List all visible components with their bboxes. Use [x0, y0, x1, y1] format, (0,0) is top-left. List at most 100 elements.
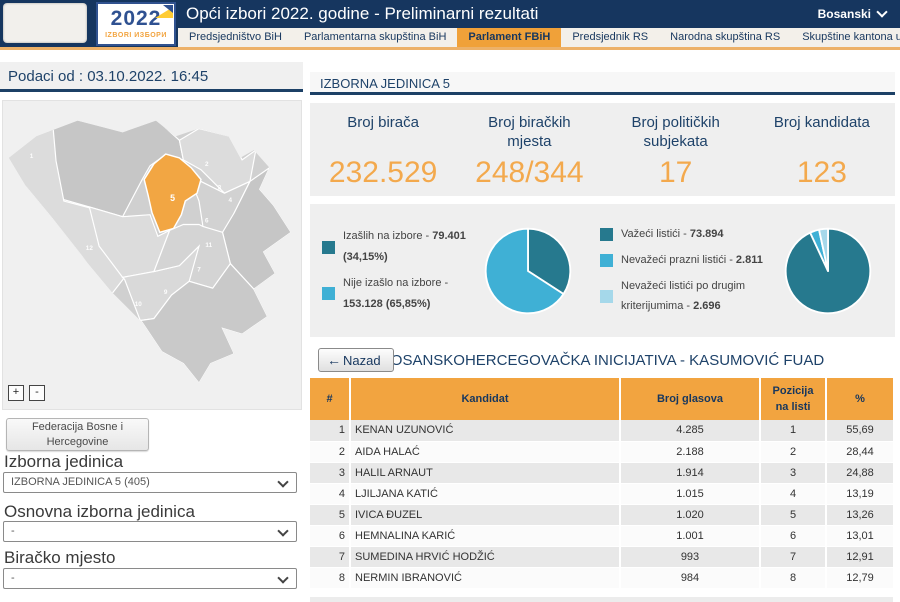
- map-region-number: 1: [30, 153, 34, 160]
- map-zoom-out-button[interactable]: -: [29, 385, 45, 401]
- select-value: IZBORNA JEDINICA 5 (405): [11, 476, 150, 488]
- map-region-number: 6: [205, 218, 209, 225]
- select-izborna-jedinica[interactable]: IZBORNA JEDINICA 5 (405): [3, 472, 297, 493]
- cell-votes: 993: [620, 546, 760, 567]
- col-header-pozicija: Pozicija na listi: [760, 378, 826, 420]
- legend-label: Nevažeći listići po drugim kriterijumima…: [621, 280, 745, 313]
- legend-value: 153.128 (65,85%): [343, 298, 430, 310]
- cell-position: 6: [760, 525, 826, 546]
- cell-position: 4: [760, 483, 826, 504]
- stat-label: Broj kandidata: [749, 103, 895, 154]
- map-region-number: 12: [86, 245, 94, 252]
- tab-parlamentarna-skupstina-bih[interactable]: Parlamentarna skupština BiH: [293, 28, 457, 47]
- page: 2022 IZBORI ИЗБОРИ Opći izbori 2022. god…: [0, 0, 900, 602]
- cell-num: 4: [310, 483, 350, 504]
- legend-item: Važeći listići - 73.894: [600, 224, 772, 245]
- cell-name: HEMNALINA KARIĆ: [350, 525, 620, 546]
- cell-position: 1: [760, 420, 826, 441]
- section-title: IZBORNA JEDINICA 5: [310, 72, 895, 95]
- data-timestamp: Podaci od : 03.10.2022. 16:45: [0, 62, 303, 92]
- table-row: 8 NERMIN IBRANOVIĆ 984 8 12,79: [310, 567, 893, 588]
- cell-votes: 984: [620, 567, 760, 588]
- stat-value: 123: [749, 156, 895, 190]
- map-region-number: 10: [135, 301, 143, 308]
- stat-broj-kandidata: Broj kandidata 123: [749, 103, 895, 196]
- cell-name: LJILJANA KATIĆ: [350, 483, 620, 504]
- table-row: 6 HEMNALINA KARIĆ 1.001 6 13,01: [310, 525, 893, 546]
- map-panel: 1 2 3 4 6 7 9 10 11 12 5 + -: [2, 100, 302, 410]
- stat-label: Broj političkih subjekata: [603, 103, 749, 154]
- cell-position: 7: [760, 546, 826, 567]
- legend-swatch-teal: [600, 228, 613, 241]
- turnout-pie-chart: [482, 225, 574, 317]
- tab-skupstine-kantona-fbih[interactable]: Skupštine kantona u FBiH: [791, 28, 900, 47]
- map-region-number: 4: [229, 197, 233, 204]
- back-button[interactable]: ←Nazad: [318, 348, 394, 372]
- cell-pct: 55,69: [826, 420, 893, 441]
- legend-item: Nije izašlo na izbore - 153.128 (65,85%): [322, 273, 472, 315]
- tab-narodna-skupstina-rs[interactable]: Narodna skupština RS: [659, 28, 791, 47]
- filter-label-osnovna-izborna-jedinica: Osnovna izborna jedinica: [4, 502, 195, 522]
- filter-label-biracko-mjesto: Biračko mjesto: [4, 548, 115, 568]
- map-zoom-in-button[interactable]: +: [8, 385, 24, 401]
- table-row: 1 KENAN UZUNOVIĆ 4.285 1 55,69: [310, 420, 893, 441]
- legend-item: Nevažeći listići po drugim kriterijumima…: [600, 276, 772, 318]
- chevron-down-icon: [876, 6, 887, 17]
- legend-swatch-blue: [322, 287, 335, 300]
- header-placeholder-box: [3, 3, 87, 43]
- stats-panel: Broj birača 232.529 Broj biračkih mjesta…: [310, 103, 895, 196]
- legend-item: Izašlih na izbore - 79.401 (34,15%): [322, 226, 472, 268]
- header-bar: 2022 IZBORI ИЗБОРИ Opći izbori 2022. god…: [0, 0, 900, 47]
- back-arrow-icon: ←: [327, 352, 341, 368]
- select-biracko-mjesto[interactable]: -: [3, 568, 297, 589]
- cell-votes: 4.285: [620, 420, 760, 441]
- tab-predsjednistvo-bih[interactable]: Predsjedništvo BiH: [178, 28, 293, 47]
- cell-pct: 24,88: [826, 462, 893, 483]
- cell-position: 2: [760, 441, 826, 462]
- cell-name: NERMIN IBRANOVIĆ: [350, 567, 620, 588]
- table-header-row: # Kandidat Broj glasova Pozicija na list…: [310, 378, 893, 420]
- table-row: 5 IVICA ĐUZEL 1.020 5 13,26: [310, 504, 893, 525]
- select-osnovna-izborna-jedinica[interactable]: -: [3, 521, 297, 542]
- cell-num: 1: [310, 420, 350, 441]
- map-region-number: 11: [205, 242, 212, 249]
- logo-subtitle: IZBORI ИЗБОРИ: [98, 32, 174, 39]
- cell-num: 2: [310, 441, 350, 462]
- cell-position: 5: [760, 504, 826, 525]
- cell-pct: 13,19: [826, 483, 893, 504]
- party-title: BOSANSKOHERCEGOVAČKA INICIJATIVA - KASUM…: [310, 348, 895, 374]
- stat-value: 17: [603, 156, 749, 190]
- table-next-row-sliver: [310, 597, 893, 602]
- legend-label: Nije izašlo na izbore -: [343, 277, 448, 289]
- cell-votes: 1.914: [620, 462, 760, 483]
- party-bar: ←Nazad BOSANSKOHERCEGOVAČKA INICIJATIVA …: [310, 348, 895, 376]
- legend-value: 2.696: [693, 300, 721, 312]
- legend-value: 2.811: [736, 254, 763, 266]
- language-selector[interactable]: Bosanski: [818, 7, 886, 21]
- cell-pct: 13,01: [826, 525, 893, 546]
- cell-pct: 13,26: [826, 504, 893, 525]
- stat-label: Broj birača: [310, 103, 456, 154]
- tab-predsjednik-rs[interactable]: Predsjednik RS: [561, 28, 659, 47]
- table-row: 4 LJILJANA KATIĆ 1.015 4 13,19: [310, 483, 893, 504]
- col-header-broj-glasova: Broj glasova: [620, 378, 760, 420]
- legend-value: 73.894: [690, 228, 724, 240]
- back-button-label: Nazad: [343, 353, 381, 368]
- tab-parlament-fbih[interactable]: Parlament FBiH: [457, 28, 561, 47]
- cell-name: SUMEDINA HRVIĆ HODŽIĆ: [350, 546, 620, 567]
- page-title: Opći izbori 2022. godine - Preliminarni …: [186, 4, 538, 24]
- cell-pct: 12,79: [826, 567, 893, 588]
- col-header-num: #: [310, 378, 350, 420]
- cell-num: 8: [310, 567, 350, 588]
- cell-pct: 28,44: [826, 441, 893, 462]
- cell-num: 6: [310, 525, 350, 546]
- table-row: 7 SUMEDINA HRVIĆ HODŽIĆ 993 7 12,91: [310, 546, 893, 567]
- cell-votes: 2.188: [620, 441, 760, 462]
- chevron-down-icon: [277, 572, 288, 583]
- cell-votes: 1.015: [620, 483, 760, 504]
- stat-label: Broj biračkih mjesta: [456, 103, 602, 154]
- entity-button-federacija[interactable]: Federacija Bosne i Hercegovine: [6, 418, 149, 451]
- stat-broj-politickih-subjekata: Broj političkih subjekata 17: [603, 103, 749, 196]
- filter-label-izborna-jedinica: Izborna jedinica: [4, 452, 123, 472]
- stat-broj-birackih-mjesta: Broj biračkih mjesta 248/344: [456, 103, 602, 196]
